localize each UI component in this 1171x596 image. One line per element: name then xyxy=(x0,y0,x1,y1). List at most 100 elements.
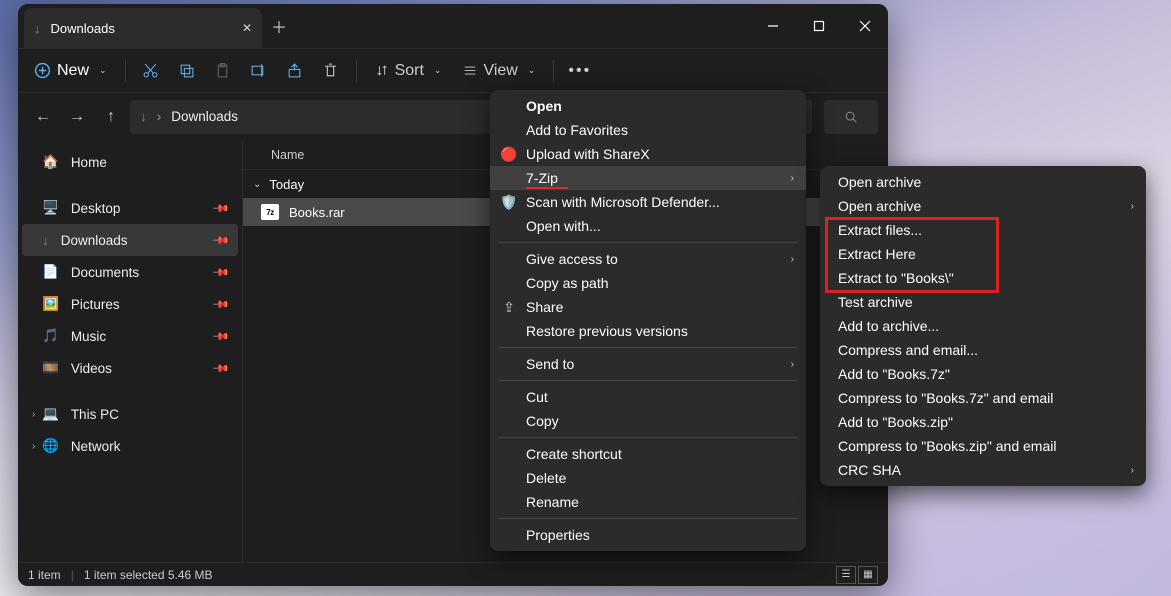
sort-button[interactable]: Sort ⌄ xyxy=(365,55,452,87)
submenu-item-extract-to[interactable]: Extract to "Books\" xyxy=(820,266,1146,290)
paste-button[interactable] xyxy=(206,55,240,87)
group-label: Today xyxy=(269,177,304,192)
window-controls xyxy=(750,4,888,48)
network-icon: 🌐 xyxy=(42,438,59,454)
separator xyxy=(498,347,798,348)
minimize-button[interactable] xyxy=(750,4,796,48)
desktop-icon: 🖥️ xyxy=(42,200,59,216)
search-icon xyxy=(844,110,858,124)
sidebar-item-music[interactable]: 🎵 Music 📌 xyxy=(22,320,238,352)
pictures-icon: 🖼️ xyxy=(42,296,59,312)
chevron-down-icon: ⌄ xyxy=(99,65,107,76)
back-button[interactable]: ← xyxy=(28,102,58,132)
separator xyxy=(498,242,798,243)
submenu-item-compress-7z-email[interactable]: Compress to "Books.7z" and email xyxy=(820,386,1146,410)
menu-item-favorites[interactable]: Add to Favorites xyxy=(490,118,806,142)
sort-label: Sort xyxy=(395,62,424,80)
more-button[interactable]: ••• xyxy=(562,55,597,87)
menu-item-openwith[interactable]: Open with... xyxy=(490,214,806,238)
sidebar-item-desktop[interactable]: 🖥️ Desktop 📌 xyxy=(22,192,238,224)
up-button[interactable]: ↑ xyxy=(96,102,126,132)
menu-item-sendto[interactable]: Send to › xyxy=(490,352,806,376)
menu-item-sharex[interactable]: 🔴 Upload with ShareX xyxy=(490,142,806,166)
maximize-button[interactable] xyxy=(796,4,842,48)
expand-icon[interactable]: › xyxy=(32,441,35,452)
menu-item-restore[interactable]: Restore previous versions xyxy=(490,319,806,343)
sidebar-item-label: Music xyxy=(71,329,106,344)
delete-button[interactable] xyxy=(314,55,348,87)
separator xyxy=(498,380,798,381)
menu-item-rename[interactable]: Rename xyxy=(490,490,806,514)
chevron-right-icon: › xyxy=(791,359,794,370)
sidebar-item-documents[interactable]: 📄 Documents 📌 xyxy=(22,256,238,288)
sidebar-item-label: Network xyxy=(71,439,121,454)
submenu-item-add-7z[interactable]: Add to "Books.7z" xyxy=(820,362,1146,386)
sidebar-item-pictures[interactable]: 🖼️ Pictures 📌 xyxy=(22,288,238,320)
view-button[interactable]: View ⌄ xyxy=(453,55,545,87)
documents-icon: 📄 xyxy=(42,264,59,280)
rar-icon: 7z xyxy=(261,204,279,220)
chevron-right-icon: › xyxy=(791,173,794,184)
sidebar-item-label: This PC xyxy=(71,407,119,422)
toolbar: New ⌄ Sort ⌄ View ⌄ xyxy=(18,48,888,92)
menu-item-7zip[interactable]: 7-Zip › xyxy=(490,166,806,190)
home-icon: 🏠 xyxy=(42,154,59,170)
sidebar-item-videos[interactable]: 🎞️ Videos 📌 xyxy=(22,352,238,384)
menu-item-giveaccess[interactable]: Give access to › xyxy=(490,247,806,271)
more-icon: ••• xyxy=(568,62,591,80)
menu-item-share[interactable]: ⇪ Share xyxy=(490,295,806,319)
submenu-item-extract-files[interactable]: Extract files... xyxy=(820,218,1146,242)
new-button[interactable]: New ⌄ xyxy=(24,55,117,87)
tab-downloads[interactable]: ↓ Downloads ✕ xyxy=(24,8,262,48)
submenu-item-compress-email[interactable]: Compress and email... xyxy=(820,338,1146,362)
expand-icon[interactable]: › xyxy=(32,409,35,420)
pin-icon: 📌 xyxy=(212,359,231,378)
breadcrumb-item[interactable]: Downloads xyxy=(171,109,238,124)
divider xyxy=(125,60,126,82)
separator xyxy=(498,518,798,519)
menu-item-properties[interactable]: Properties xyxy=(490,523,806,547)
close-window-button[interactable] xyxy=(842,4,888,48)
cut-button[interactable] xyxy=(134,55,168,87)
videos-icon: 🎞️ xyxy=(42,360,59,376)
chevron-down-icon: ⌄ xyxy=(253,179,261,190)
new-tab-button[interactable]: ＋ xyxy=(262,4,296,48)
menu-item-copypath[interactable]: Copy as path xyxy=(490,271,806,295)
submenu-item-test-archive[interactable]: Test archive xyxy=(820,290,1146,314)
submenu-item-open-archive-sub[interactable]: Open archive › xyxy=(820,194,1146,218)
menu-item-open[interactable]: Open xyxy=(490,94,806,118)
trash-icon xyxy=(322,62,339,79)
copy-button[interactable] xyxy=(170,55,204,87)
title-bar: ↓ Downloads ✕ ＋ xyxy=(18,4,888,48)
menu-item-copy[interactable]: Copy xyxy=(490,409,806,433)
sidebar-item-thispc[interactable]: › 💻 This PC xyxy=(22,398,238,430)
sidebar-item-network[interactable]: › 🌐 Network xyxy=(22,430,238,462)
share-icon xyxy=(286,62,303,79)
forward-button[interactable]: → xyxy=(62,102,92,132)
sidebar-item-home[interactable]: 🏠 Home xyxy=(22,146,238,178)
search-box[interactable] xyxy=(824,100,878,134)
pin-icon: 📌 xyxy=(212,231,231,250)
submenu-item-compress-zip-email[interactable]: Compress to "Books.zip" and email xyxy=(820,434,1146,458)
menu-item-cut[interactable]: Cut xyxy=(490,385,806,409)
share-button[interactable] xyxy=(278,55,312,87)
rename-icon xyxy=(250,62,267,79)
submenu-item-add-zip[interactable]: Add to "Books.zip" xyxy=(820,410,1146,434)
pin-icon: 📌 xyxy=(212,263,231,282)
menu-item-defender[interactable]: 🛡️ Scan with Microsoft Defender... xyxy=(490,190,806,214)
details-view-button[interactable]: ☰ xyxy=(836,566,856,584)
sidebar-item-downloads[interactable]: ↓ Downloads 📌 xyxy=(22,224,238,256)
close-tab-icon[interactable]: ✕ xyxy=(242,21,252,35)
sidebar-item-label: Desktop xyxy=(71,201,121,216)
thumbnails-view-button[interactable]: ▦ xyxy=(858,566,878,584)
submenu-item-open-archive[interactable]: Open archive xyxy=(820,170,1146,194)
menu-item-delete[interactable]: Delete xyxy=(490,466,806,490)
menu-item-shortcut[interactable]: Create shortcut xyxy=(490,442,806,466)
submenu-item-add-archive[interactable]: Add to archive... xyxy=(820,314,1146,338)
submenu-item-crc-sha[interactable]: CRC SHA › xyxy=(820,458,1146,482)
sidebar-item-label: Pictures xyxy=(71,297,120,312)
plus-circle-icon xyxy=(34,62,51,79)
rename-button[interactable] xyxy=(242,55,276,87)
chevron-down-icon: ⌄ xyxy=(528,65,536,76)
submenu-item-extract-here[interactable]: Extract Here xyxy=(820,242,1146,266)
